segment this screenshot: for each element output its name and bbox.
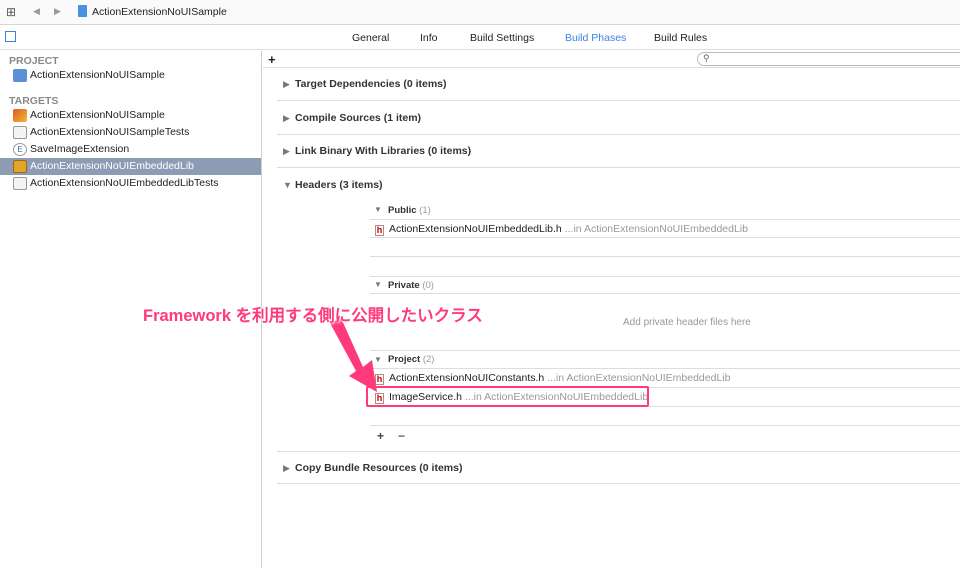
arrow-shape xyxy=(330,318,377,392)
annotation-callout: Framework を利用する側に公開したいクラス xyxy=(143,307,483,325)
annotation-arrow xyxy=(330,318,377,392)
